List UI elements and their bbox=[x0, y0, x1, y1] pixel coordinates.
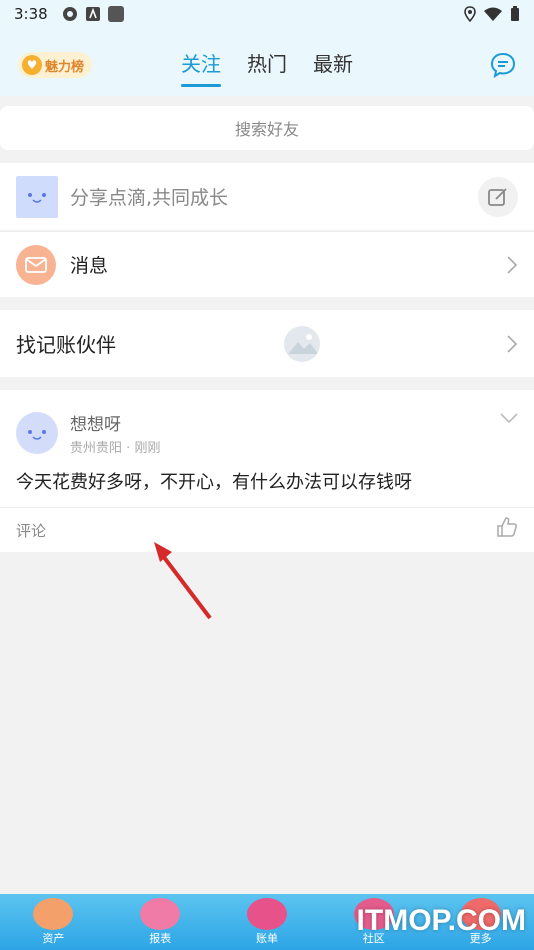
nav-bills-label: 账单 bbox=[255, 932, 278, 945]
chevron-right-icon bbox=[507, 334, 518, 353]
search-placeholder: 搜索好友 bbox=[234, 120, 299, 139]
divider bbox=[0, 507, 534, 508]
compose-button[interactable] bbox=[478, 176, 518, 217]
poster-avatar[interactable] bbox=[16, 412, 58, 454]
nav-assets[interactable]: 资产 bbox=[13, 898, 93, 946]
tab-latest[interactable]: 最新 bbox=[313, 48, 353, 87]
shell-icon bbox=[33, 898, 74, 930]
status-time: 3:38 bbox=[14, 5, 48, 23]
messages-label: 消息 bbox=[70, 255, 109, 277]
top-nav: ♥ 魅力榜 关注 热门 最新 bbox=[0, 28, 534, 96]
chat-bubble-icon[interactable] bbox=[490, 52, 516, 78]
envelope-icon bbox=[16, 244, 56, 285]
battery-icon bbox=[511, 6, 519, 21]
fish-icon bbox=[246, 898, 287, 930]
share-placeholder: 分享点滴,共同成长 bbox=[70, 187, 229, 209]
poster-meta: 想想呀 贵州贵阳 · 刚刚 bbox=[70, 410, 160, 456]
post-content: 今天花费好多呀，不开心，有什么办法可以存钱呀 bbox=[16, 472, 412, 493]
feed-post-header: 想想呀 贵州贵阳 · 刚刚 bbox=[16, 410, 160, 456]
feed-tabs: 关注 热门 最新 bbox=[0, 48, 534, 87]
feed-post-card: 想想呀 贵州贵阳 · 刚刚 今天花费好多呀，不开心，有什么办法可以存钱呀 评论 bbox=[0, 390, 534, 552]
tab-following[interactable]: 关注 bbox=[181, 48, 221, 87]
nav-reports[interactable]: 报表 bbox=[120, 898, 200, 946]
share-post-row[interactable]: 分享点滴,共同成长 bbox=[0, 163, 534, 230]
red-arrow-annotation bbox=[154, 542, 212, 620]
comment-button[interactable]: 评论 bbox=[16, 520, 46, 541]
tab-hot[interactable]: 热门 bbox=[247, 48, 287, 87]
chevron-right-icon bbox=[507, 255, 518, 274]
chevron-down-icon[interactable] bbox=[500, 412, 518, 424]
thumbs-up-icon[interactable] bbox=[496, 516, 518, 538]
wifi-icon bbox=[484, 7, 502, 21]
nav-reports-label: 报表 bbox=[149, 932, 172, 945]
landscape-icon bbox=[288, 333, 318, 354]
meta-separator: · bbox=[126, 441, 131, 456]
poster-name[interactable]: 想想呀 bbox=[70, 410, 160, 435]
user-avatar bbox=[16, 175, 58, 218]
find-partner-row[interactable]: 找记账伙伴 bbox=[0, 310, 534, 377]
app-notification-icon bbox=[62, 7, 77, 21]
location-icon bbox=[464, 6, 476, 22]
status-bar: 3:38 bbox=[0, 0, 534, 28]
square-notification-icon bbox=[107, 6, 124, 22]
messages-row[interactable]: 消息 bbox=[0, 231, 534, 297]
coral-icon bbox=[140, 898, 181, 930]
edit-icon bbox=[488, 187, 507, 206]
post-time: 刚刚 bbox=[134, 441, 161, 456]
find-partner-label: 找记账伙伴 bbox=[16, 333, 116, 357]
search-friends-input[interactable]: 搜索好友 bbox=[0, 106, 534, 150]
smile-face-icon bbox=[28, 430, 46, 440]
watermark: ITMOP.COM bbox=[356, 904, 526, 937]
nav-bills[interactable]: 账单 bbox=[227, 898, 307, 946]
post-location: 贵州贵阳 bbox=[70, 441, 123, 456]
nav-assets-label: 资产 bbox=[42, 932, 65, 945]
post-meta-line: 贵州贵阳 · 刚刚 bbox=[70, 437, 160, 456]
partner-avatar bbox=[284, 325, 320, 362]
smile-face-icon bbox=[28, 192, 46, 203]
a-notification-icon bbox=[85, 7, 100, 21]
